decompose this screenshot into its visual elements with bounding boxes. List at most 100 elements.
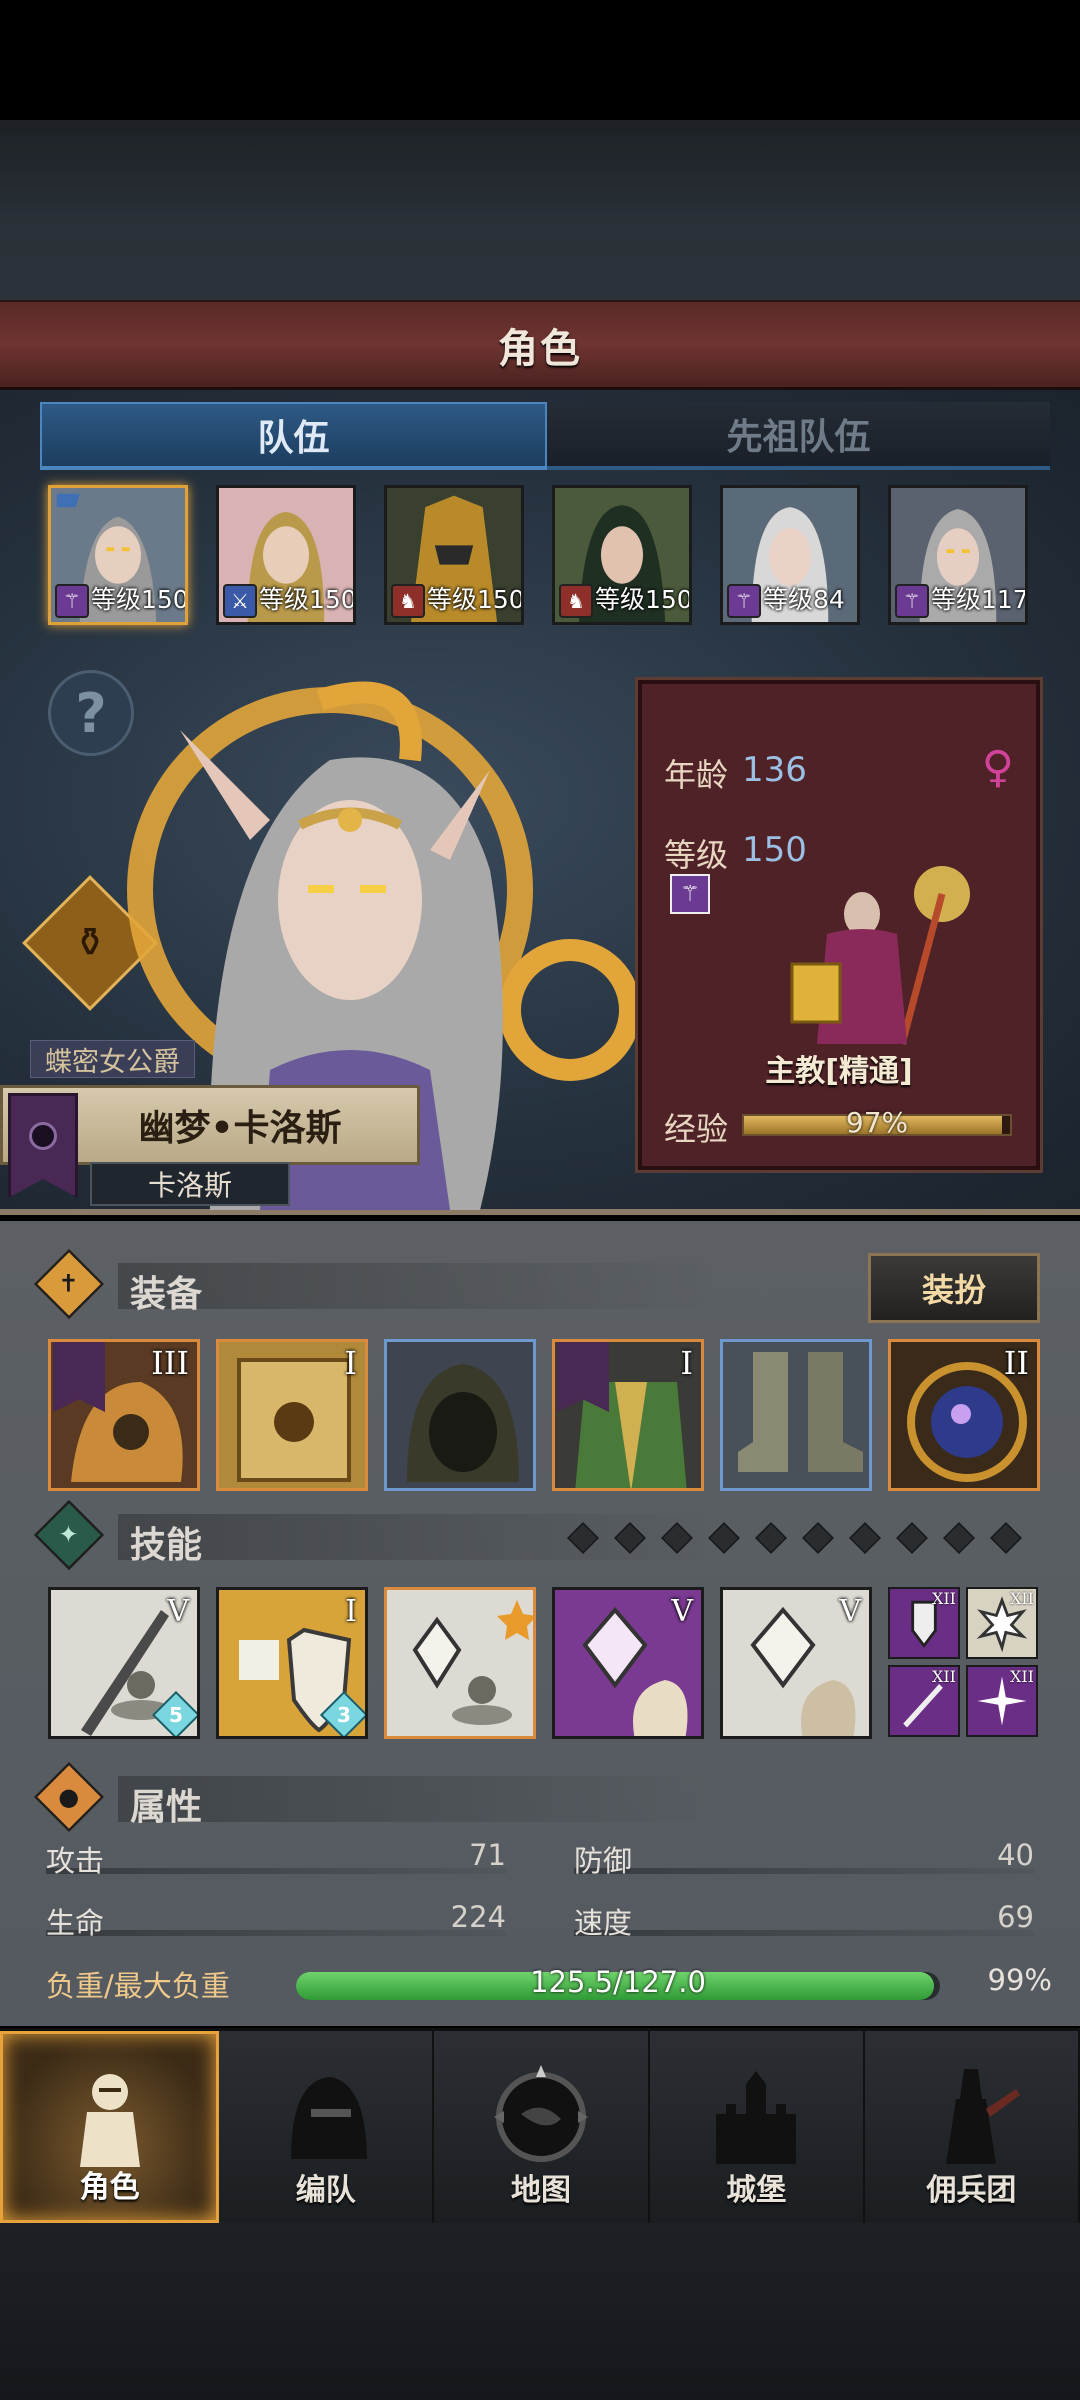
tier-label: I [345,1594,357,1629]
nav-label: 城堡 [726,2173,787,2208]
party-member-4[interactable]: ♞ 等级150 [552,485,692,625]
tier-label: V [671,1594,693,1629]
nav-label: 地图 [511,2173,571,2208]
level-label: 等级117 [931,585,1028,614]
speed-stat: 速度 69 [574,1900,1034,1940]
status-area [0,0,1080,120]
staff-icon: ⚚ [55,584,89,618]
staff-icon: ⚚ [727,584,761,618]
load-value: 125.5/127.0 [530,1965,706,1999]
cross-icon: ✝ [33,1248,105,1320]
info-card: 年龄 136 ♀ 等级 150 ⚚ 主教[精通] 经验 97% [638,680,1040,1170]
female-icon: ♀ [981,742,1014,793]
party-member-3[interactable]: ♞ 等级150 [384,485,524,625]
compass-icon [494,2065,588,2162]
staff-icon: ⚚ [670,874,710,914]
nav-label: 编队 [295,2173,356,2208]
nav-character[interactable]: 角色 [0,2031,220,2223]
tab-team[interactable]: 队伍 [40,402,547,470]
passive-skill-1[interactable]: XII [888,1587,960,1659]
age-row: 年龄 136 [664,750,807,796]
skill-slot-5[interactable]: V [720,1587,872,1739]
helmet-icon [290,2077,367,2159]
party-portraits: ⚚ 等级150 ⚔ 等级150 ♞ 等级150 ♞ 等级150 ⚚ 等级84 ⚚… [48,485,1048,625]
tier-label: II [1003,1344,1029,1382]
speed-label: 速度 [574,1906,633,1940]
skill-slot-1[interactable]: V 5 [48,1587,200,1739]
attack-value: 71 [469,1838,506,1872]
defense-stat: 防御 40 [574,1838,1034,1878]
attack-label: 攻击 [46,1844,105,1878]
horse-icon: ♞ [391,584,425,618]
passive-skill-2[interactable]: XII [966,1587,1038,1659]
outfit-button[interactable]: 装扮 [868,1253,1040,1323]
level-label: 等级84 [763,585,845,614]
house-name: 卡洛斯 [90,1162,290,1206]
hood-slot[interactable] [384,1339,536,1491]
tier-label: XII [1009,1667,1034,1686]
level-label: 等级150 [259,585,356,614]
star-icon: ✦ [33,1499,105,1571]
armor-slot[interactable]: I [552,1339,704,1491]
party-member-2[interactable]: ⚔ 等级150 [216,485,356,625]
tier-label: XII [1009,1589,1034,1608]
orb-slot[interactable]: II [888,1339,1040,1491]
nav-formation[interactable]: 编队 [219,2031,435,2223]
nav-label: 佣兵团 [926,2173,1017,2208]
class-figure [790,866,970,1045]
attributes-label: 属性 [130,1787,203,1828]
boots-slot[interactable] [720,1339,872,1491]
class-name: 主教[精通] [765,1054,913,1089]
nav-castle[interactable]: 城堡 [650,2031,865,2223]
tier-label: V [839,1594,861,1629]
defense-label: 防御 [574,1844,633,1878]
attack-stat: 攻击 71 [46,1838,506,1878]
load-percent: 99% [987,1963,1052,1997]
person-icon: ● [33,1761,105,1833]
nav-map[interactable]: 地图 [434,2031,650,2223]
tier-label: I [680,1344,693,1382]
card-slot[interactable]: I [216,1339,368,1491]
castle-icon [716,2071,797,2164]
hood-icon [387,1342,533,1488]
nav-mercenary[interactable]: 佣兵团 [865,2031,1080,2223]
level-label: 等级150 [91,585,188,614]
character-panel: 队伍 先祖队伍 ⚚ 等级150 ⚔ 等级150 ♞ 等级150 ♞ 等级150 … [0,390,1080,1215]
defense-value: 40 [997,1838,1034,1872]
age-value: 136 [742,750,807,790]
hero-title-badge: 蝶密女公爵 [30,1040,195,1078]
skill-slot-4[interactable]: V [552,1587,704,1739]
knight-icon [79,2074,140,2167]
house-banner-icon [8,1093,78,1198]
level-label: 等级150 [595,585,692,614]
party-member-5[interactable]: ⚚ 等级84 [720,485,860,625]
sword-icon: ⚔ [223,584,257,618]
bottom-background [0,2223,1080,2400]
tab-ancestor-team[interactable]: 先祖队伍 [547,402,1050,470]
skill-slot-3[interactable] [384,1587,536,1739]
tier-label: XII [931,1589,956,1608]
horse-icon: ♞ [559,584,593,618]
load-label: 负重/最大负重 [46,1969,230,2003]
helmet-slot[interactable]: III [48,1339,200,1491]
hero-name: 幽梦•卡洛斯 [138,1108,342,1149]
crystal-skill-icon [412,1600,533,1725]
party-member-6[interactable]: ⚚ 等级117 [888,485,1028,625]
skill-slot-indicators [567,1522,1022,1554]
party-member-1[interactable]: ⚚ 等级150 [48,485,188,625]
header-background [0,120,1080,300]
staff-icon: ⚚ [895,584,929,618]
exp-value: 97% [845,1106,909,1139]
tier-label: I [344,1344,357,1382]
skill-slot-2[interactable]: I 3 [216,1587,368,1739]
passive-skill-3[interactable]: XII [888,1665,960,1737]
hp-value: 224 [450,1900,506,1934]
page-title: 角色 [498,325,582,372]
exp-label: 经验 [664,1110,729,1148]
tier-label: III [151,1344,189,1382]
tier-label: XII [931,1667,956,1686]
attributes-header: ● 属性 [33,1761,1038,1833]
passive-skill-4[interactable]: XII [966,1665,1038,1737]
equipment-label: 装备 [130,1274,203,1315]
level-label: 等级150 [427,585,524,614]
